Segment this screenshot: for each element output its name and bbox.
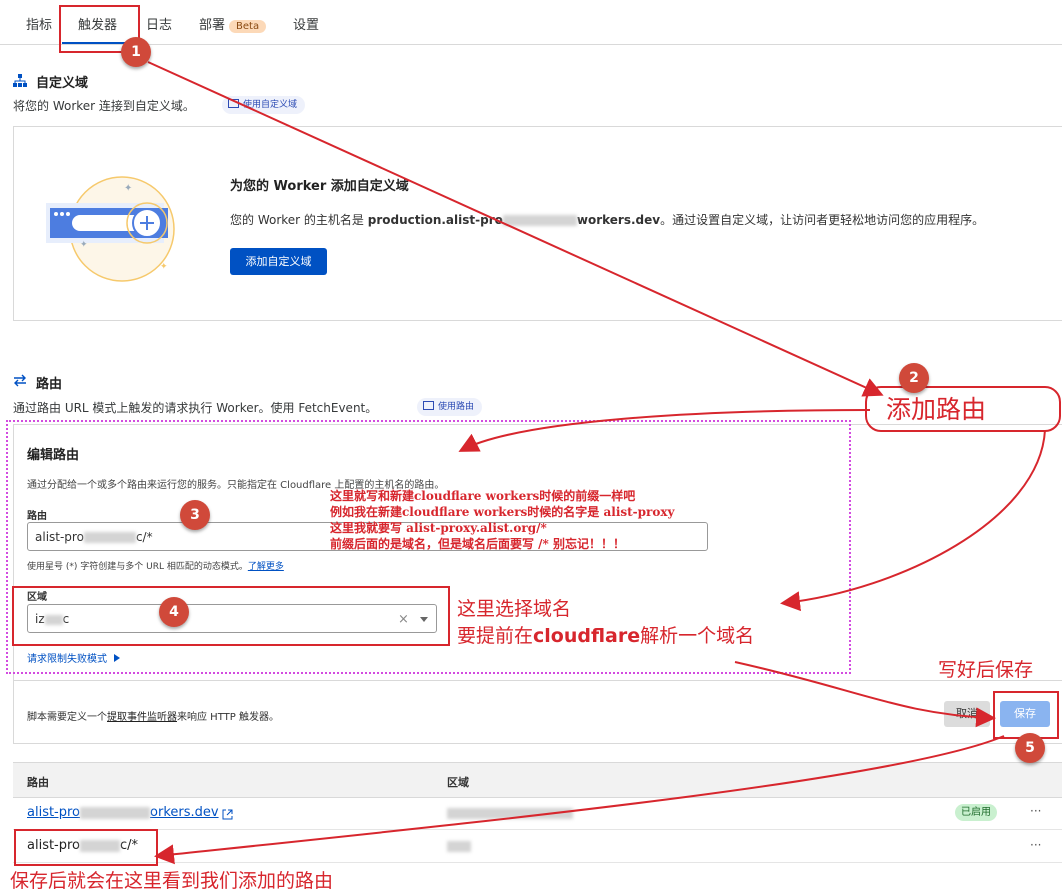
zone-note-line-2: 要提前在cloudflare解析一个域名 [457,623,754,650]
route-note-line: 这里我就要写 alist-proxy.alist.org/* [330,521,547,535]
step-badge-4: 4 [159,597,189,627]
route-note-line: 这里就写和新建cloudflare workers时候的前缀一样吧 [330,489,636,503]
step-badge-5: 5 [1015,733,1045,763]
annotation-arrows-icon [147,61,1046,865]
step-badge-2: 2 [899,363,929,393]
route-note-line: 前缀后面的是域名，但是域名后面要写 /* 别忘记！！！ [330,537,626,551]
route-note-line: 例如我在新建cloudflare workers时候的名字是 alist-pro… [330,505,675,519]
step-badge-3: 3 [180,500,210,530]
step-badge-1: 1 [121,37,151,67]
bottom-note: 保存后就会在这里看到我们添加的路由 [10,870,334,892]
add-route-note: 添加路由 [886,395,987,424]
route-note: 这里就写和新建cloudflare workers时候的前缀一样吧 例如我在新建… [330,488,675,552]
save-note: 写好后保存 [938,659,1034,681]
zone-note: 这里选择域名 要提前在cloudflare解析一个域名 [457,596,754,650]
zone-note-text-a: 要提前在 [457,625,534,647]
zone-note-line-1: 这里选择域名 [457,598,572,620]
zone-note-text-c: 解析一个域名 [640,625,755,647]
zone-note-text-b: cloudflare [533,625,641,647]
